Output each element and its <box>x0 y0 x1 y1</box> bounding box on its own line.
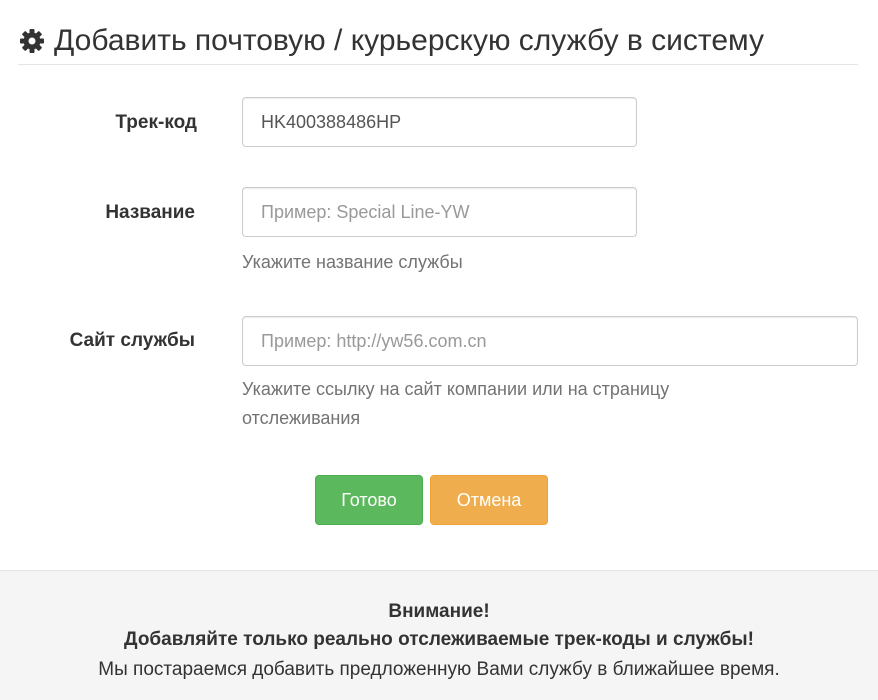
notice-panel: Внимание! Добавляйте только реально отсл… <box>0 570 878 700</box>
service-site-input[interactable] <box>242 316 858 366</box>
page-header: Добавить почтовую / курьерскую службу в … <box>18 18 858 65</box>
track-code-input[interactable] <box>242 97 637 147</box>
service-site-label: Сайт службы <box>69 330 195 351</box>
cancel-button[interactable]: Отмена <box>430 475 548 525</box>
page-title: Добавить почтовую / курьерскую службу в … <box>54 24 764 57</box>
service-site-help-line1: Укажите ссылку на сайт компании или на с… <box>242 379 670 399</box>
service-site-help: Укажите ссылку на сайт компании или на с… <box>242 375 669 433</box>
track-code-label: Трек-код <box>115 112 197 133</box>
notice-title: Внимание! <box>388 601 490 622</box>
add-service-page: Добавить почтовую / курьерскую службу в … <box>0 0 878 700</box>
service-site-help-line2: отслеживания <box>242 408 361 428</box>
notice-text: Мы постараемся добавить предложенную Вам… <box>98 659 780 680</box>
notice-bold-text: Добавляйте только реально отслеживаемые … <box>124 629 754 650</box>
gear-icon <box>18 27 46 55</box>
submit-button[interactable]: Готово <box>315 475 423 525</box>
service-name-label: Название <box>105 202 195 223</box>
service-name-help: Укажите название службы <box>242 252 463 272</box>
service-name-input[interactable] <box>242 187 637 237</box>
